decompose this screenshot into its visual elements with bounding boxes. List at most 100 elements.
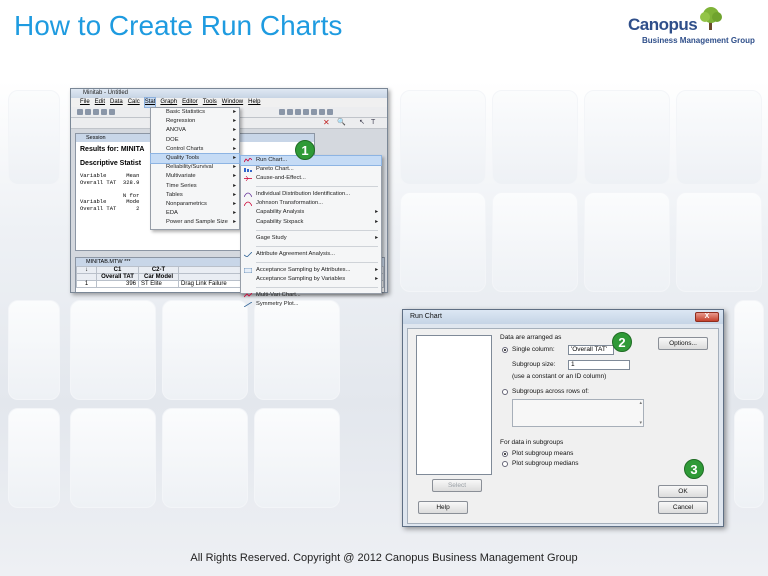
menu-item[interactable]: Gage Study ▸: [241, 234, 381, 243]
across-rows-radio[interactable]: [502, 389, 508, 395]
menu-item[interactable]: Cause-and-Effect...: [241, 174, 381, 183]
search-icon[interactable]: 🔍: [337, 118, 346, 128]
logo: Canopus Business Management Group: [620, 6, 760, 50]
across-rows-label: Subgroups across rows of:: [512, 388, 589, 395]
save-icon[interactable]: [85, 109, 91, 115]
slide: How to Create Run Charts Canopus Busines…: [0, 0, 768, 576]
menu-item[interactable]: Acceptance Sampling by Attributes... ▸: [241, 266, 381, 275]
column-name: [76, 273, 97, 281]
logo-name: Canopus: [628, 15, 698, 34]
single-column-radio[interactable]: [502, 347, 508, 353]
table-cell[interactable]: ST Elite: [138, 280, 179, 288]
table-cell[interactable]: 396: [96, 280, 139, 288]
menu-item[interactable]: Regression ▸: [151, 117, 239, 126]
tree-icon: [700, 7, 722, 30]
transformation-icon: [244, 201, 252, 207]
window-title: Minitab - Untitled: [71, 89, 387, 98]
cancel-button[interactable]: Cancel: [658, 501, 708, 514]
toolbar-icon-f[interactable]: [319, 109, 325, 115]
menu-window[interactable]: Window: [222, 98, 243, 107]
text-tool-icon[interactable]: T: [371, 118, 375, 128]
menu-separator: [256, 243, 378, 247]
quality-tools-menu: Run Chart... Pareto Chart... Cause-and-E…: [240, 154, 382, 308]
help-button[interactable]: Help: [418, 501, 468, 514]
select-button[interactable]: Select: [432, 479, 482, 492]
subgroup-size-field[interactable]: 1: [568, 360, 630, 370]
close-button[interactable]: X: [695, 312, 719, 322]
menu-separator: [256, 259, 378, 263]
menu-item[interactable]: Multi-Vari Chart...: [241, 291, 381, 300]
copy-icon[interactable]: [109, 109, 115, 115]
cut-icon[interactable]: [101, 109, 107, 115]
menu-item[interactable]: Power and Sample Size ▸: [151, 218, 239, 227]
callout-badge: 2: [612, 332, 632, 352]
menu-item[interactable]: Capability Analysis ▸: [241, 208, 381, 217]
menu-item-selected[interactable]: Quality Tools ▸: [150, 152, 240, 165]
sampling-icon: [244, 267, 252, 273]
scroll-down-icon[interactable]: ▾: [639, 420, 642, 426]
logo-tagline: Business Management Group: [642, 36, 755, 45]
menu-item[interactable]: Control Charts ▸: [151, 145, 239, 154]
menu-item[interactable]: ANOVA ▸: [151, 126, 239, 135]
open-icon[interactable]: [77, 109, 83, 115]
menu-item[interactable]: Symmetry Plot...: [241, 300, 381, 309]
menu-graph[interactable]: Graph: [160, 98, 177, 107]
column-name[interactable]: Overall TAT: [96, 273, 139, 281]
menu-item[interactable]: DOE ▸: [151, 136, 239, 145]
subgroup-size-label: Subgroup size:: [512, 361, 556, 368]
menu-help[interactable]: Help: [248, 98, 260, 107]
menu-data[interactable]: Data: [110, 98, 123, 107]
menu-item[interactable]: Acceptance Sampling by Variables ▸: [241, 275, 381, 284]
toolbar-icon-d[interactable]: [303, 109, 309, 115]
fishbone-icon: [244, 176, 252, 182]
menu-item[interactable]: Pareto Chart...: [241, 165, 381, 174]
column-id[interactable]: C2-T: [138, 266, 179, 274]
menu-stat[interactable]: Stat: [143, 97, 157, 108]
menu-item[interactable]: Time Series ▸: [151, 182, 239, 191]
menu-item[interactable]: EDA ▸: [151, 209, 239, 218]
plot-medians-radio[interactable]: [502, 461, 508, 467]
scroll-up-icon[interactable]: ▴: [639, 400, 642, 406]
menu-edit[interactable]: Edit: [95, 98, 105, 107]
menu-item[interactable]: Basic Statistics ▸: [151, 108, 239, 117]
row-number: 1: [76, 280, 97, 288]
stat-menu: Basic Statistics ▸ Regression ▸ ANOVA ▸ DOE…: [150, 107, 240, 230]
menu-calc[interactable]: Calc: [128, 98, 140, 107]
menu-item[interactable]: Individual Distribution Identification..…: [241, 190, 381, 199]
menu-item[interactable]: Johnson Transformation...: [241, 199, 381, 208]
ok-button[interactable]: OK: [658, 485, 708, 498]
menu-item[interactable]: Multivariate ▸: [151, 172, 239, 181]
dialog-body: Data are arranged as Single column: 'Ove…: [407, 328, 719, 524]
menu-item[interactable]: Attribute Agreement Analysis...: [241, 250, 381, 259]
across-rows-field[interactable]: ▴ ▾: [512, 399, 644, 427]
menu-separator: [256, 227, 378, 231]
menu-item[interactable]: Tables ▸: [151, 191, 239, 200]
subgroup-hint: (use a constant or an ID column): [512, 373, 607, 380]
menu-item[interactable]: Nonparametrics ▸: [151, 200, 239, 209]
toolbar-icon-b[interactable]: [287, 109, 293, 115]
menu-item[interactable]: Capability Sixpack ▸: [241, 218, 381, 227]
options-button[interactable]: Options...: [658, 337, 708, 350]
menu-item[interactable]: Reliability/Survival ▸: [151, 163, 239, 172]
menu-file[interactable]: File: [80, 98, 90, 107]
toolbar-icon-c[interactable]: [295, 109, 301, 115]
pareto-icon: [244, 168, 252, 173]
toolbar-icon-e[interactable]: [311, 109, 317, 115]
menu-editor[interactable]: Editor: [182, 98, 198, 107]
menu-tools[interactable]: Tools: [203, 98, 217, 107]
column-id[interactable]: C1: [96, 266, 139, 274]
close-icon[interactable]: ✕: [323, 118, 330, 128]
run-chart-icon: [244, 158, 252, 163]
run-chart-dialog: Run Chart X Data are arranged as Single …: [402, 309, 724, 527]
agreement-icon: [244, 251, 252, 257]
toolbar-icon-a[interactable]: [279, 109, 285, 115]
plot-means-radio[interactable]: [502, 451, 508, 457]
toolbar-icon-g[interactable]: [327, 109, 333, 115]
print-icon[interactable]: [93, 109, 99, 115]
pointer-icon[interactable]: ↖: [359, 118, 365, 128]
plot-medians-label: Plot subgroup medians: [512, 460, 579, 467]
column-name[interactable]: Car Model: [138, 273, 179, 281]
variable-list[interactable]: [416, 335, 492, 475]
single-column-field[interactable]: 'Overall TAT': [568, 345, 614, 355]
plot-means-label: Plot subgroup means: [512, 450, 574, 457]
